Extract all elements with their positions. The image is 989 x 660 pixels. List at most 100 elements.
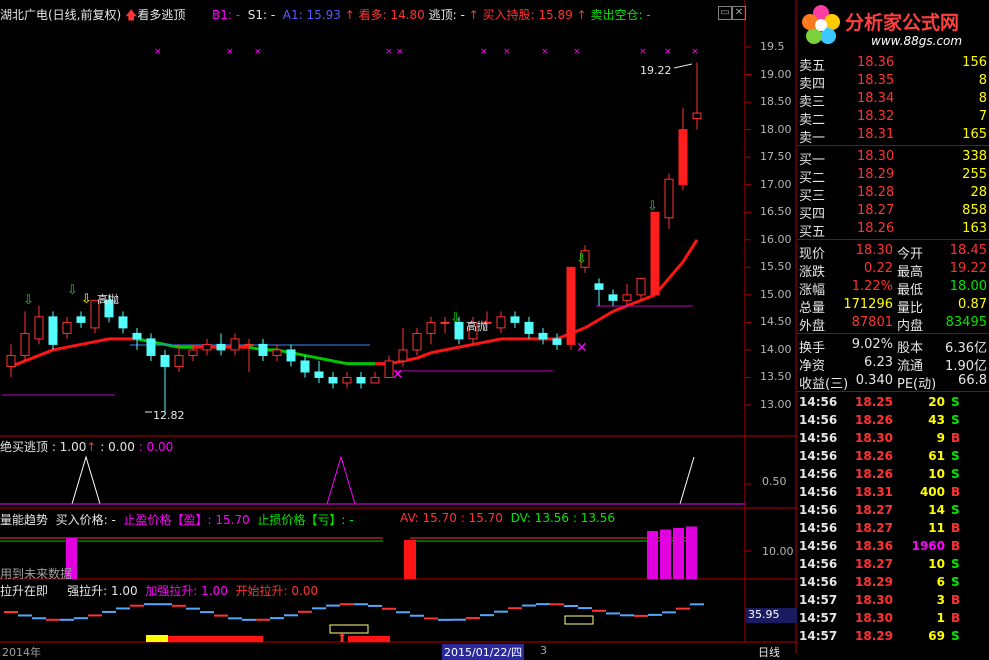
pane4-bar [348, 636, 390, 642]
ma-line-segment [318, 356, 334, 363]
ma-line-segment [584, 318, 600, 330]
ask-volume: 8 [978, 91, 987, 106]
ma-line-segment [38, 348, 54, 357]
up-arrow-icon: ↑ [344, 8, 355, 22]
bid-volume: 858 [962, 203, 987, 218]
mairu-value: 买入持股: 15.89 [482, 8, 573, 22]
jiaqiang-value: 加强拉升: 1.00 [145, 584, 228, 598]
bid-row: 买三 18.28 28 [797, 184, 989, 204]
ma-line-segment [681, 238, 699, 263]
kanduo-value: 看多: 14.80 [358, 8, 425, 22]
tick-price: 18.26 [855, 449, 893, 463]
tick-side: B [951, 593, 961, 607]
candle-body [426, 321, 436, 334]
chart-area[interactable]: × × × × × × × × × × × × ⇩ ⇩ ⇩ ⇩ ⇩ ⇩ ✕ ✕ ⬆ 湖北广电(日线,前复权) 🡅看多逃顶… [0, 0, 798, 660]
candle-body [48, 316, 58, 345]
tick-price: 18.31 [855, 485, 893, 499]
tick-price: 18.29 [855, 575, 893, 589]
candle-body [370, 376, 380, 384]
ma-line-segment [626, 298, 642, 308]
down-arrow-icon: ⇩ [576, 252, 587, 267]
tick-price: 18.26 [855, 413, 893, 427]
pane4-bar [146, 635, 168, 642]
up-arrow-icon: ↑ [86, 440, 97, 454]
candle-body [650, 211, 660, 296]
tick-row: 14:57 18.30 1 B [797, 610, 989, 628]
candle-body [146, 338, 156, 356]
main-header: 湖北广电(日线,前复权) 🡅看多逃顶 [0, 6, 185, 27]
ma-line-segment [304, 353, 320, 360]
pane4-title: 拉升在即 [0, 584, 49, 598]
signal-marker: × [503, 47, 511, 57]
tick-side: S [951, 575, 960, 589]
up-arrow-icon: ↑ [468, 8, 479, 22]
tick-volume: 1960 [911, 539, 945, 553]
signal-marker: × [254, 47, 262, 57]
pane2-axis-label: 0.50 [762, 475, 787, 488]
maichu-value: 卖出空仓: - [590, 8, 651, 22]
tick-time: 14:57 [799, 611, 838, 625]
price-axis-label: 16.00 [760, 232, 792, 246]
period-label[interactable]: 日线 [758, 644, 780, 660]
candle-body [244, 343, 254, 346]
ask-row: 卖二 18.32 7 [797, 108, 989, 128]
price-axis-label: 17.00 [760, 177, 792, 191]
candle-body [566, 266, 576, 345]
ask-volume: 8 [978, 73, 987, 88]
close-icon[interactable]: ✕ [732, 6, 746, 20]
flower-logo-icon [802, 5, 840, 44]
price-chart[interactable]: × × × × × × × × × × × ×⇩⇩⇩⇩⇩⇩✕✕⬆ [0, 0, 797, 653]
indicator-values: B1: - S1: - A1: 15.93 ↑ 看多: 14.80 逃顶: - … [212, 6, 651, 23]
pane2-value3: : 0.00 [138, 440, 174, 454]
stat-row: 净资 6.23 流通 1.90亿 [797, 354, 989, 374]
tick-side: S [951, 557, 960, 571]
tick-row: 14:56 18.26 61 S [797, 448, 989, 466]
candle-body [314, 371, 324, 378]
signal-marker: × [541, 47, 549, 57]
pane2-value2: : 0.00 [100, 440, 135, 454]
tick-side: B [951, 431, 961, 445]
stat-row: 收益(三) 0.340 PE(动) 66.8 [797, 372, 989, 392]
separator [797, 145, 989, 146]
signal-marker: × [396, 47, 404, 57]
av-value: AV: 15.70 : 15.70 [400, 511, 503, 525]
tick-volume: 11 [928, 521, 945, 535]
minimize-icon[interactable]: ▭ [718, 6, 732, 20]
candle-body [76, 316, 86, 323]
stat-value: 6.23 [864, 355, 893, 370]
tick-volume: 14 [928, 503, 945, 517]
signal-marker: × [154, 47, 162, 57]
stat-row: 现价 18.30 今开 18.45 [797, 242, 989, 262]
high-label: 19.22 [640, 64, 672, 77]
candle-body [62, 321, 72, 334]
candle-body [20, 332, 30, 356]
price-axis-label: 19.5 [760, 40, 785, 53]
candle-body [510, 316, 520, 323]
ask-row: 卖三 18.34 8 [797, 90, 989, 110]
tick-side: S [951, 449, 960, 463]
candle-body [622, 294, 632, 301]
candle-body [230, 338, 240, 351]
tick-price: 18.27 [855, 521, 893, 535]
tick-row: 14:56 18.27 10 S [797, 556, 989, 574]
stat-value: 18.30 [855, 243, 893, 258]
candle-body [132, 332, 142, 340]
tick-time: 14:56 [799, 557, 838, 571]
price-axis-label: 15.50 [760, 260, 792, 274]
ma-line-segment [612, 304, 628, 313]
stat-value: 83495 [945, 315, 987, 330]
pane2-header: 绝买逃顶 : 1.00↑ : 0.00 : 0.00 [0, 438, 173, 455]
stat-value: 9.02% [851, 337, 893, 352]
tick-side: S [951, 503, 960, 517]
a1-value: A1: 15.93 [282, 8, 341, 22]
down-arrow-icon: ⇩ [450, 311, 461, 326]
tick-time: 14:56 [799, 575, 838, 589]
low-label: 12.82 [153, 409, 185, 422]
ma-line-segment [444, 345, 460, 352]
candle-body [552, 338, 562, 345]
pane3-title: 量能趋势 [0, 513, 49, 527]
b1-value: B1: - [212, 8, 241, 22]
stat-value: 87801 [851, 315, 893, 330]
up-arrow-icon: ⬆ [337, 631, 347, 645]
stock-title: 湖北广电(日线,前复权) [0, 8, 122, 22]
